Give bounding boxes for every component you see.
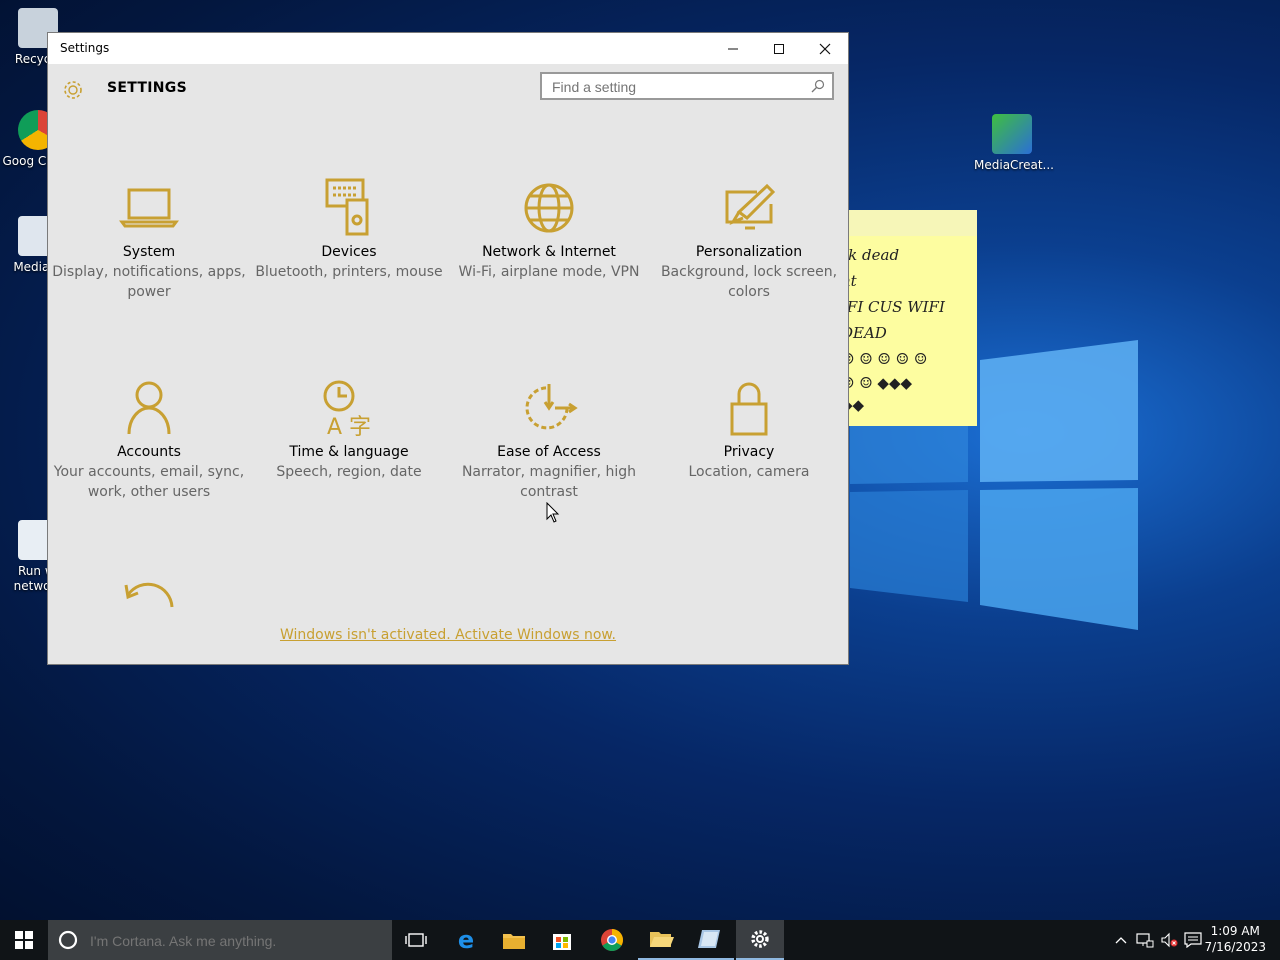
laptop-icon (119, 188, 179, 228)
notes-icon (698, 930, 720, 948)
tile-update-security[interactable] (120, 573, 176, 613)
sticky-line: nt (849, 272, 857, 290)
settings-taskbar-button[interactable] (736, 920, 784, 960)
explorer-window-taskbar-button[interactable] (638, 920, 686, 960)
sticky-line: ☺ ☺ ◆◆◆ (849, 374, 913, 392)
close-button[interactable] (802, 33, 848, 64)
chrome-taskbar-button[interactable] (588, 920, 636, 960)
tile-name: Devices (321, 244, 377, 260)
task-view-button[interactable] (392, 920, 440, 960)
tile-name: Personalization (695, 244, 803, 260)
cortana-icon (58, 930, 78, 950)
paint-icon (725, 183, 776, 230)
file-explorer-taskbar-button[interactable] (490, 920, 538, 960)
tile-name: Time & language (289, 444, 409, 460)
window-title: Settings (60, 41, 110, 55)
tile-name: Privacy (723, 444, 775, 460)
taskbar: e 1:09 AM 7/16/2023 (0, 920, 1280, 960)
tile-time-language[interactable]: A字 Time & language Speech, region, date (249, 378, 449, 482)
folder-icon (503, 934, 525, 949)
tile-name: Network & Internet (482, 244, 616, 260)
tile-description: Bluetooth, printers, mouse (255, 264, 443, 280)
lock-icon (730, 382, 768, 436)
devices-icon (325, 178, 369, 236)
sticky-line: IFI CUS WIFI (849, 298, 945, 316)
page-title: SETTINGS (107, 80, 187, 96)
person-icon (127, 381, 171, 435)
tile-description: Narrator, magnifier, high contrast (461, 464, 637, 500)
tile-devices[interactable]: Devices Bluetooth, printers, mouse (249, 178, 449, 282)
tile-system[interactable]: System Display, notifications, apps, pow… (49, 178, 249, 302)
chrome-icon (601, 929, 623, 951)
tile-description: Display, notifications, apps, power (52, 264, 246, 300)
tile-description: Location, camera (688, 464, 810, 480)
tile-name: System (122, 244, 176, 260)
task-view-icon (405, 933, 427, 947)
search-input[interactable] (542, 74, 804, 100)
tile-description: Wi-Fi, airplane mode, VPN (458, 264, 640, 280)
cortana-input[interactable] (88, 928, 382, 954)
volume-tray-button[interactable] (1158, 920, 1180, 960)
settings-window: Settings SETTINGS System Display, (47, 32, 849, 665)
tile-accounts[interactable]: Accounts Your accounts, email, sync, wor… (49, 378, 249, 502)
tile-description: Speech, region, date (276, 464, 422, 480)
chevron-up-icon (1115, 937, 1127, 944)
sticky-line: DEAD (849, 324, 887, 342)
sticky-line: ☺ ☺ ☺ ☺ ☺ (849, 350, 928, 368)
tile-description: Your accounts, email, sync, work, other … (53, 464, 245, 500)
mediacreation-tool-icon[interactable]: MediaCreat... (974, 114, 1054, 173)
notes-taskbar-button[interactable] (686, 920, 734, 960)
taskbar-clock[interactable]: 1:09 AM 7/16/2023 (1204, 923, 1266, 955)
settings-gear-icon (751, 930, 769, 948)
refresh-icon (124, 582, 174, 608)
search-icon[interactable] (810, 78, 826, 98)
store-icon (553, 934, 571, 950)
action-center-button[interactable] (1182, 920, 1204, 960)
edge-taskbar-button[interactable]: e (442, 920, 490, 960)
clock-time: 1:09 AM (1210, 924, 1260, 938)
maximize-button[interactable] (756, 33, 802, 64)
tile-name: Ease of Access (497, 444, 601, 460)
show-hidden-icons-button[interactable] (1110, 920, 1132, 960)
cortana-search[interactable] (48, 920, 392, 960)
volume-muted-icon (1161, 932, 1178, 948)
edge-icon: e (457, 926, 475, 954)
search-box[interactable] (540, 72, 834, 100)
sticky-line: rk dead (849, 246, 900, 264)
start-button[interactable] (0, 920, 48, 960)
tile-privacy[interactable]: Privacy Location, camera (649, 378, 849, 482)
sticky-note[interactable]: rk dead nt IFI CUS WIFI DEAD ☺ ☺ ☺ ☺ ☺ ☺… (849, 210, 977, 426)
store-taskbar-button[interactable] (538, 920, 586, 960)
network-icon (1136, 933, 1154, 948)
windows-start-icon (15, 931, 33, 949)
sticky-line: ◆◆ (849, 396, 865, 414)
svg-text:A: A (327, 415, 342, 438)
mouse-cursor (546, 502, 560, 523)
folder-open-icon (650, 932, 674, 947)
activate-windows-link[interactable]: Windows isn't activated. Activate Window… (48, 627, 848, 643)
tile-name: Accounts (117, 444, 181, 460)
tile-network[interactable]: Network & Internet Wi-Fi, airplane mode,… (449, 178, 649, 282)
tile-description: Background, lock screen, colors (660, 264, 838, 300)
gear-icon (60, 77, 86, 107)
network-tray-button[interactable] (1134, 920, 1156, 960)
title-bar[interactable]: Settings (48, 33, 848, 64)
svg-text:字: 字 (349, 415, 371, 438)
ease-icon (525, 384, 578, 430)
globe-icon (524, 183, 574, 233)
minimize-button[interactable] (710, 33, 756, 64)
tile-ease-of-access[interactable]: Ease of Access Narrator, magnifier, high… (449, 378, 649, 502)
clock-date: 7/16/2023 (1204, 940, 1266, 954)
time-language-icon: A字 (323, 380, 371, 438)
settings-header: SETTINGS (48, 64, 848, 124)
tile-personalization[interactable]: Personalization Background, lock screen,… (649, 178, 849, 302)
notification-icon (1184, 932, 1202, 948)
